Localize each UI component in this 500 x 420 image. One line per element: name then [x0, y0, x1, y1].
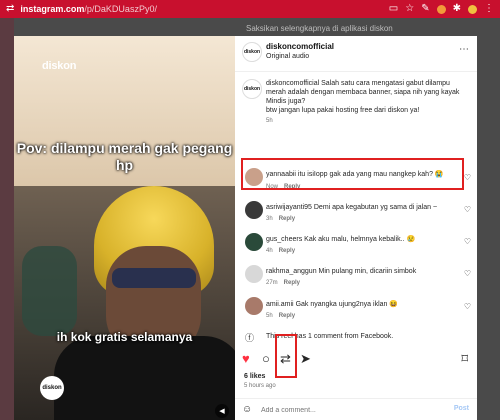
comment-text: amii.amii Gak nyangka ujung2nya iklan 😆 — [266, 300, 456, 309]
add-comment-bar: ☺ Post — [235, 398, 477, 420]
extension-icon[interactable] — [436, 4, 446, 14]
comment-meta: 27m Reply — [266, 280, 300, 286]
heart-icon[interactable]: ♡ — [464, 237, 471, 246]
backdrop-left-strip — [0, 18, 14, 420]
post-time: 5 hours ago — [244, 383, 276, 389]
site-info-icon[interactable]: ⇄ — [6, 0, 14, 18]
comment-username[interactable]: gus_cheers — [266, 236, 302, 243]
cast-icon[interactable]: ▭ — [389, 0, 398, 18]
url-path: /p/DaKDUaszPy0/ — [84, 4, 157, 14]
profile-icon[interactable] — [468, 4, 477, 14]
menu-icon[interactable]: ⋮ — [484, 0, 494, 18]
video-caption-bottom: ih kok gratis selamanya — [56, 330, 193, 344]
audio-label[interactable]: Original audio — [266, 53, 309, 60]
comment-highlight-box — [241, 158, 464, 190]
star-icon[interactable]: ☆ — [405, 0, 414, 18]
comment-input[interactable] — [261, 404, 421, 416]
post-header: diskon diskoncomofficial Original audio … — [235, 36, 477, 72]
post-caption: diskoncomofficial Salah satu cara mengat… — [266, 79, 466, 106]
caption-time: 5h — [266, 118, 273, 124]
comment-meta: 5h Reply — [266, 313, 295, 319]
post-modal: diskon Pov: dilampu merah gak pegang hp … — [14, 36, 477, 420]
comment-body: Kak aku malu, helmnya kebalik.. 😢 — [304, 236, 416, 243]
repost-highlight-box — [275, 334, 297, 378]
more-options-icon[interactable]: ⋯ — [459, 44, 469, 55]
video-avatar: diskon — [40, 376, 64, 400]
comment-text: gus_cheers Kak aku malu, helmnya kebalik… — [266, 235, 456, 244]
comment-avatar[interactable] — [245, 297, 263, 315]
comment-avatar[interactable] — [245, 201, 263, 219]
video-background-biker — [22, 246, 77, 336]
comment-body: Demi apa kegabutan yg sama di jalan ~ — [313, 204, 438, 211]
likes-count[interactable]: 6 likes — [244, 373, 265, 380]
post-panel: diskon diskoncomofficial Original audio … — [235, 36, 477, 420]
browser-actions: ▭ ☆ ✎ ✱ ⋮ — [389, 0, 494, 18]
mute-icon[interactable]: ◀ — [215, 404, 229, 418]
backdrop-text: Saksikan selengkapnya di aplikasi diskon — [246, 24, 393, 33]
comment-username[interactable]: rakhma_anggun — [266, 268, 317, 275]
comment-body: Min pulang min, dicariin simbok — [318, 268, 417, 275]
facebook-icon: ⓕ — [245, 333, 255, 343]
comment-time: 3h — [266, 216, 273, 222]
puzzle-icon[interactable]: ✱ — [453, 0, 461, 18]
save-icon[interactable]: ⌑ — [461, 351, 468, 367]
share-icon[interactable]: ➤ — [300, 351, 311, 367]
heart-icon[interactable]: ♡ — [464, 302, 471, 311]
video-shirt — [54, 336, 235, 420]
video-brand-logo: diskon — [42, 60, 77, 72]
comment-body: Gak nyangka ujung2nya iklan 😆 — [295, 301, 399, 308]
comment-time: 5h — [266, 313, 273, 319]
heart-icon[interactable]: ♡ — [464, 173, 471, 182]
pen-icon[interactable]: ✎ — [421, 0, 429, 18]
comment-text: rakhma_anggun Min pulang min, dicariin s… — [266, 267, 456, 276]
caption-username[interactable]: diskoncomofficial — [266, 80, 319, 87]
author-avatar[interactable]: diskon — [242, 42, 262, 62]
emoji-icon[interactable]: ☺ — [242, 404, 252, 415]
post-actions: ♥ ○ ⇄ ➤ ⌑ — [235, 351, 477, 371]
reply-button[interactable]: Reply — [279, 248, 295, 254]
heart-icon[interactable]: ♡ — [464, 269, 471, 278]
comments-list: diskon diskoncomofficial Salah satu cara… — [235, 73, 477, 343]
caption-line2: btw jangan lupa pakai hosting free dari … — [266, 107, 420, 114]
heart-icon[interactable]: ♡ — [464, 205, 471, 214]
comment-time: 4h — [266, 248, 273, 254]
reply-button[interactable]: Reply — [284, 280, 300, 286]
comment-avatar[interactable] — [245, 265, 263, 283]
reply-button[interactable]: Reply — [279, 216, 295, 222]
browser-toolbar: ⇄ instagram.com/p/DaKDUaszPy0/ ▭ ☆ ✎ ✱ ⋮ — [0, 0, 500, 18]
comment-username[interactable]: amii.amii — [266, 301, 294, 308]
reply-button[interactable]: Reply — [279, 313, 295, 319]
author-username[interactable]: diskoncomofficial — [266, 42, 334, 51]
comment-avatar[interactable] — [245, 233, 263, 251]
comment-username[interactable]: asriwijayanti95 — [266, 204, 312, 211]
video-caption-top: Pov: dilampu merah gak pegang hp — [16, 140, 233, 173]
like-icon[interactable]: ♥ — [242, 351, 250, 367]
video-glasses — [112, 268, 196, 288]
comment-icon[interactable]: ○ — [262, 351, 270, 367]
address-bar[interactable]: instagram.com/p/DaKDUaszPy0/ — [20, 4, 157, 14]
reel-video[interactable]: diskon Pov: dilampu merah gak pegang hp … — [14, 36, 235, 420]
url-domain: instagram.com — [20, 4, 85, 14]
comment-meta: 4h Reply — [266, 248, 295, 254]
comment-time: 27m — [266, 280, 278, 286]
post-button[interactable]: Post — [454, 405, 469, 412]
caption-avatar[interactable]: diskon — [242, 79, 262, 99]
comment-text: asriwijayanti95 Demi apa kegabutan yg sa… — [266, 203, 456, 212]
comment-meta: 3h Reply — [266, 216, 295, 222]
